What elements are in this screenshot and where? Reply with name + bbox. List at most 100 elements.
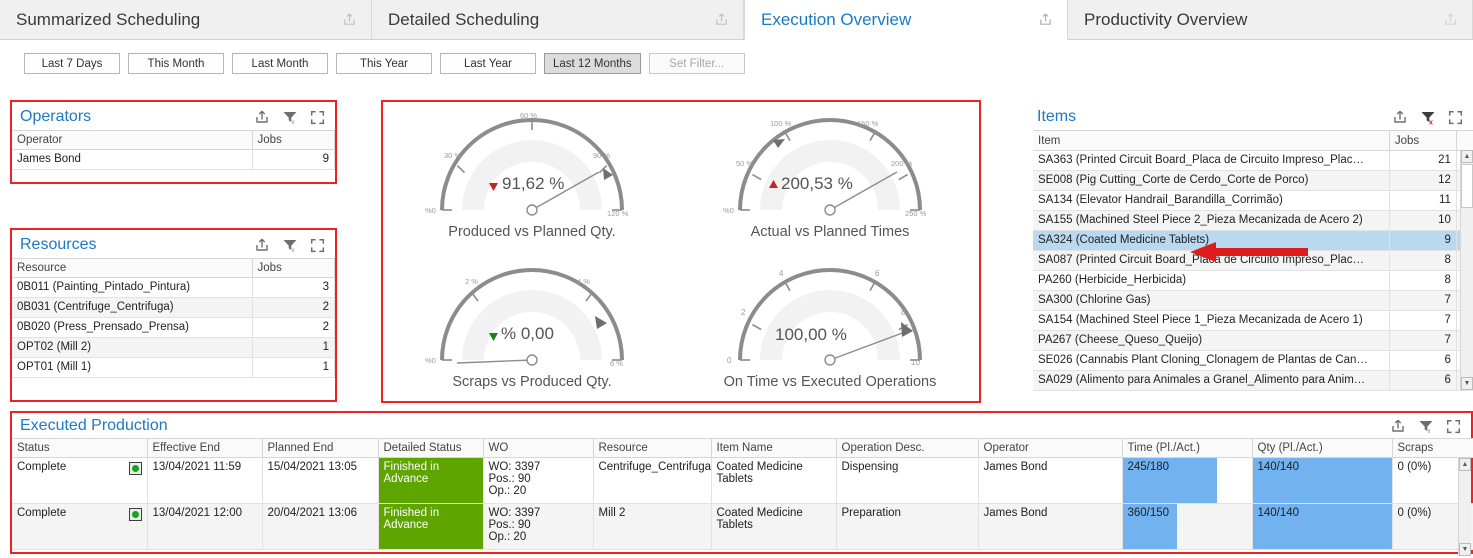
share-icon[interactable] <box>254 109 270 125</box>
column-header-scraps[interactable]: Scraps <box>1392 439 1473 458</box>
filter-clear-active-icon[interactable]: x <box>1420 109 1436 125</box>
column-header-item-name[interactable]: Item Name <box>711 439 836 458</box>
column-header-item[interactable]: Item <box>1033 131 1389 151</box>
filter-button-last-month[interactable]: Last Month <box>232 53 328 74</box>
table-row[interactable]: PA267 (Cheese_Queso_Queijo)7 <box>1033 331 1473 351</box>
panel-title-text: Operators <box>20 108 91 126</box>
filter-clear-icon[interactable]: x <box>282 237 298 253</box>
svg-text:120 %: 120 % <box>607 209 629 218</box>
table-row[interactable]: SE026 (Cannabis Plant Cloning_Clonagem d… <box>1033 351 1473 371</box>
filter-button-set-filter[interactable]: Set Filter... <box>649 53 745 74</box>
tab-label: Productivity Overview <box>1084 10 1385 30</box>
column-header-operator[interactable]: Operator <box>12 131 252 150</box>
tab-summarized-scheduling[interactable]: Summarized Scheduling <box>0 0 372 39</box>
table-row[interactable]: OPT01 (Mill 1) 1 <box>12 358 335 378</box>
column-header-wo[interactable]: WO <box>483 439 593 458</box>
tab-execution-overview[interactable]: Execution Overview <box>744 0 1068 40</box>
expand-icon[interactable] <box>1446 419 1461 434</box>
cell-status: Complete <box>12 504 147 550</box>
share-icon[interactable] <box>1443 12 1458 27</box>
table-row[interactable]: SA300 (Chlorine Gas)7 <box>1033 291 1473 311</box>
table-row[interactable]: SA134 (Elevator Handrail_Barandilla_Corr… <box>1033 191 1473 211</box>
table-row[interactable]: SA029 (Alimento para Animales a Granel_A… <box>1033 371 1473 391</box>
table-row[interactable]: SA324 (Coated Medicine Tablets)9 <box>1033 231 1473 251</box>
filter-button-last-year[interactable]: Last Year <box>440 53 536 74</box>
svg-text:%0: %0 <box>425 356 436 365</box>
cell-jobs: 2 <box>252 318 335 338</box>
tab-label: Detailed Scheduling <box>388 10 656 30</box>
column-header-time[interactable]: Time (Pl./Act.) <box>1122 439 1252 458</box>
column-header-jobs[interactable]: Jobs <box>252 259 335 278</box>
column-header-jobs[interactable]: Jobs <box>1389 131 1456 151</box>
cell-item: PA260 (Herbicide_Herbicida) <box>1033 271 1389 291</box>
table-row[interactable]: James Bond 9 <box>12 150 335 170</box>
cell-operation-desc: Dispensing <box>836 458 978 504</box>
panel-title-text: Executed Production <box>20 417 168 435</box>
cell-jobs: 2 <box>252 298 335 318</box>
column-header-detailed-status[interactable]: Detailed Status <box>378 439 483 458</box>
cell-effective-end: 13/04/2021 12:00 <box>147 504 262 550</box>
table-row[interactable]: 0B031 (Centrifuge_Centrifuga) 2 <box>12 298 335 318</box>
table-row[interactable]: Complete13/04/2021 12:0020/04/2021 13:06… <box>12 504 1473 550</box>
expand-icon[interactable] <box>310 110 325 125</box>
cell-jobs: 1 <box>252 358 335 378</box>
scroll-up-button[interactable]: ▲ <box>1461 150 1473 163</box>
svg-text:x: x <box>292 120 295 125</box>
table-row[interactable]: Complete13/04/2021 11:5915/04/2021 13:05… <box>12 458 1473 504</box>
scroll-down-button[interactable]: ▼ <box>1459 543 1471 556</box>
share-icon[interactable] <box>1392 109 1408 125</box>
table-row[interactable]: PA260 (Herbicide_Herbicida)8 <box>1033 271 1473 291</box>
filter-button-this-year[interactable]: This Year <box>336 53 432 74</box>
column-header-resource[interactable]: Resource <box>12 259 252 278</box>
filter-clear-icon[interactable]: x <box>1418 418 1434 434</box>
column-header-jobs[interactable]: Jobs <box>252 131 335 150</box>
filter-button-last-12-months[interactable]: Last 12 Months <box>544 53 641 74</box>
table-row[interactable]: OPT02 (Mill 2) 1 <box>12 338 335 358</box>
column-header-effective-end[interactable]: Effective End <box>147 439 262 458</box>
column-header-operation-desc[interactable]: Operation Desc. <box>836 439 978 458</box>
column-header-operator[interactable]: Operator <box>978 439 1122 458</box>
filter-button-last-7-days[interactable]: Last 7 Days <box>24 53 120 74</box>
svg-text:%0: %0 <box>723 206 734 215</box>
table-row[interactable]: 0B020 (Press_Prensado_Prensa) 2 <box>12 318 335 338</box>
gauge-scraps-vs-produced-qty: %0 2 % 4 % 6 % % 0,00 Scraps vs Produced… <box>383 252 681 402</box>
tab-label: Summarized Scheduling <box>16 10 284 30</box>
scrollbar-thumb[interactable] <box>1461 164 1473 208</box>
cell-detailed-status: Finished in Advance <box>378 504 483 550</box>
column-header-planned-end[interactable]: Planned End <box>262 439 378 458</box>
share-icon[interactable] <box>714 12 729 27</box>
column-header-status[interactable]: Status <box>12 439 147 458</box>
cell-time-bar: 360/150 <box>1122 504 1252 550</box>
table-row[interactable]: SA363 (Printed Circuit Board_Placa de Ci… <box>1033 151 1473 171</box>
cell-operator: James Bond <box>978 504 1122 550</box>
scroll-up-button[interactable]: ▲ <box>1459 458 1471 471</box>
table-row[interactable]: SA154 (Machined Steel Piece 1_Pieza Meca… <box>1033 311 1473 331</box>
expand-icon[interactable] <box>310 238 325 253</box>
cell-jobs: 9 <box>252 150 335 170</box>
share-icon[interactable] <box>1038 12 1053 27</box>
share-icon[interactable] <box>254 237 270 253</box>
svg-text:8: 8 <box>901 308 906 317</box>
column-header-qty[interactable]: Qty (Pl./Act.) <box>1252 439 1392 458</box>
cell-item: SA155 (Machined Steel Piece 2_Pieza Meca… <box>1033 211 1389 231</box>
table-row[interactable]: SE008 (Pig Cutting_Corte de Cerdo_Corte … <box>1033 171 1473 191</box>
svg-text:x: x <box>292 248 295 253</box>
cell-resource: Centrifuge_Centrifuga <box>593 458 711 504</box>
share-icon[interactable] <box>342 12 357 27</box>
filter-clear-icon[interactable]: x <box>282 109 298 125</box>
cell-resource: 0B031 (Centrifuge_Centrifuga) <box>12 298 252 318</box>
tab-detailed-scheduling[interactable]: Detailed Scheduling <box>372 0 744 39</box>
cell-item: SA134 (Elevator Handrail_Barandilla_Corr… <box>1033 191 1389 211</box>
scroll-down-button[interactable]: ▼ <box>1461 377 1473 390</box>
tab-productivity-overview[interactable]: Productivity Overview <box>1068 0 1473 39</box>
table-row[interactable]: SA155 (Machined Steel Piece 2_Pieza Meca… <box>1033 211 1473 231</box>
executed-production-vertical-scrollbar[interactable]: ▲ ▼ <box>1458 458 1471 556</box>
cell-time-bar: 245/180 <box>1122 458 1252 504</box>
items-vertical-scrollbar[interactable]: ▲ ▼ <box>1460 150 1473 390</box>
table-row[interactable]: 0B011 (Painting_Pintado_Pintura) 3 <box>12 278 335 298</box>
column-header-resource[interactable]: Resource <box>593 439 711 458</box>
table-row[interactable]: SA087 (Printed Circuit Board_Placa de Ci… <box>1033 251 1473 271</box>
filter-button-this-month[interactable]: This Month <box>128 53 224 74</box>
expand-icon[interactable] <box>1448 110 1463 125</box>
share-icon[interactable] <box>1390 418 1406 434</box>
